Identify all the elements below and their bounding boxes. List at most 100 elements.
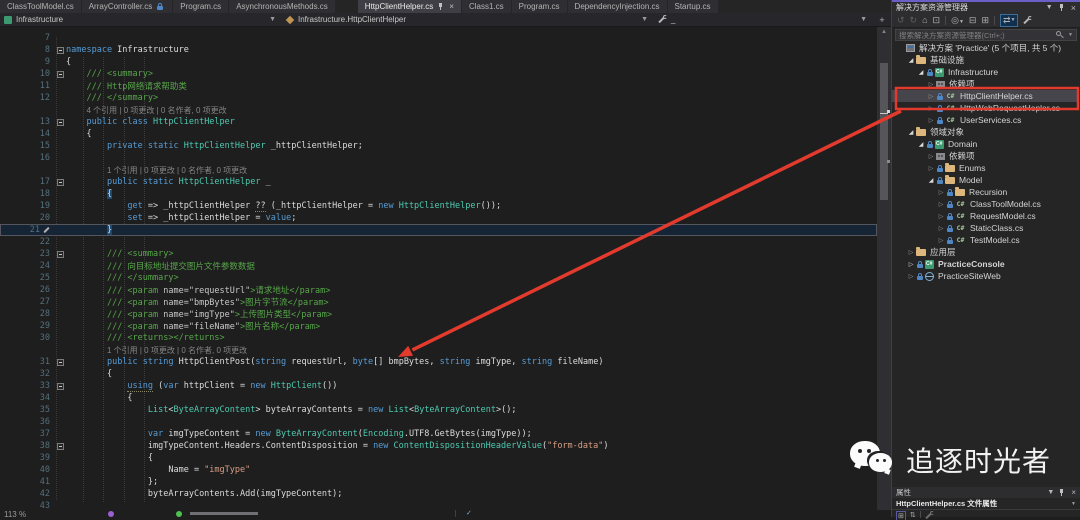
fold-collapse-icon[interactable] [56,442,64,450]
tree-item-ClassToolModel.cs[interactable]: ▷ ClassToolModel.cs [892,198,1078,210]
code-line[interactable]: 29 /// <param name="fileName">图片名称</para… [0,320,877,332]
collapsed-arrow-icon[interactable]: ▷ [926,165,936,172]
switch-views-icon[interactable]: ⊡ [933,15,941,26]
categorized-view-icon[interactable]: ⊞ [896,511,906,520]
tab-AsynchronousMethods.cs[interactable]: AsynchronousMethods.cs [229,0,335,13]
close-icon[interactable]: × [1071,3,1076,13]
tab-ArrayController.cs[interactable]: ArrayController.cs [81,0,173,13]
tab-Startup.cs[interactable]: Startup.cs [667,0,718,13]
collapsed-arrow-icon[interactable]: ▷ [926,93,936,100]
close-icon[interactable]: × [1071,488,1076,497]
back-icon[interactable]: ↺ [897,15,905,26]
tab-Program.cs[interactable]: Program.cs [173,0,229,13]
expanded-arrow-icon[interactable]: ◢ [906,57,916,64]
tab-DependencyInjection.cs[interactable]: DependencyInjection.cs [567,0,667,13]
tab-ClassToolModel.cs[interactable]: ClassToolModel.cs [0,0,81,13]
tree-item-基础设施[interactable]: ◢ 基础设施 [892,54,1078,66]
property-pages-icon[interactable] [925,511,934,520]
forward-icon[interactable]: ↻ [910,15,918,26]
collapsed-arrow-icon[interactable]: ▷ [906,249,916,256]
codelens-references[interactable]: 1 个引用 | 0 项更改 | 0 名作者, 0 项更改 [107,346,247,355]
expanded-arrow-icon[interactable]: ◢ [906,129,916,136]
code-line[interactable]: 10 /// <summary> [0,68,877,80]
tree-item-Domain[interactable]: ◢ Domain [892,138,1078,150]
collapsed-arrow-icon[interactable]: ▷ [936,201,946,208]
code-line[interactable]: 25 /// </summary> [0,272,877,284]
pin-icon[interactable] [1058,488,1065,497]
codelens-references[interactable]: 4 个引用 | 0 项更改 | 0 名作者, 0 项更改 [86,106,226,115]
code-line[interactable]: 40 Name = "imgType" [0,464,877,476]
code-line[interactable]: 27 /// <param name="bmpBytes">图片字节流</par… [0,296,877,308]
collapsed-arrow-icon[interactable]: ▷ [926,105,936,112]
codelens-row[interactable]: 4 个引用 | 0 项更改 | 0 名作者, 0 项更改 [0,104,877,116]
collapsed-arrow-icon[interactable]: ▷ [936,225,946,232]
code-line[interactable]: 38 imgTypeContent.Headers.ContentDisposi… [0,440,877,452]
notification-dot-icon[interactable] [108,511,114,517]
tree-item-RequestModel.cs[interactable]: ▷ RequestModel.cs [892,210,1078,222]
tree-item-StaticClass.cs[interactable]: ▷ StaticClass.cs [892,222,1078,234]
home-icon[interactable]: ⌂ [922,15,927,25]
tree-item-依赖项[interactable]: ▷ 依赖项 [892,78,1078,90]
code-line[interactable]: 18 { [0,188,877,200]
tree-item-UserServices.cs[interactable]: ▷ UserServices.cs [892,114,1078,126]
collapsed-arrow-icon[interactable]: ▷ [926,153,936,160]
collapsed-arrow-icon[interactable]: ▷ [926,117,936,124]
code-line[interactable]: 41 }; [0,476,877,488]
code-line[interactable]: 31 public string HttpClientPost(string r… [0,356,877,368]
expanded-arrow-icon[interactable]: ◢ [916,141,926,148]
code-line[interactable]: 35 List<ByteArrayContent> byteArrayConte… [0,404,877,416]
fold-collapse-icon[interactable] [56,358,64,366]
scrollbar-up-arrow-icon[interactable]: ▲ [881,29,887,35]
collapsed-arrow-icon[interactable]: ▷ [936,189,946,196]
code-line[interactable]: 11 /// Http网络请求帮助类 [0,80,877,92]
pin-icon[interactable] [437,2,444,11]
fold-collapse-icon[interactable] [56,46,64,54]
split-window-button[interactable]: + [873,15,891,25]
code-line[interactable]: 36 [0,416,877,428]
tree-item-应用层[interactable]: ▷ 应用层 [892,246,1078,258]
chevron-down-icon[interactable]: ▼ [1047,489,1054,496]
tree-item-Infrastructure[interactable]: ◢ Infrastructure [892,66,1078,78]
tree-item-解决方案 'Practice' (5 个项目, 共 5 个)[interactable]: 解决方案 'Practice' (5 个项目, 共 5 个) [892,42,1078,54]
search-icon[interactable] [1056,30,1065,40]
tab-HttpClientHelper.cs[interactable]: HttpClientHelper.cs × [357,0,461,13]
collapse-all-icon[interactable]: ⊟ [969,15,977,26]
fold-collapse-icon[interactable] [56,178,64,186]
code-line[interactable]: 32 { [0,368,877,380]
code-editor[interactable]: 7 8 namespace Infrastructure 9{10 /// <summ… [0,27,877,510]
tab-Program.cs[interactable]: Program.cs [511,0,567,13]
code-line[interactable]: 20 set => _httpClientHelper = value; [0,212,877,224]
tree-item-Enums[interactable]: ▷ Enums [892,162,1078,174]
code-line[interactable]: 39 { [0,452,877,464]
alphabetical-sort-icon[interactable]: ⇅ [910,511,916,519]
code-line[interactable]: 24 /// 向目标地址提交图片文件参数数据 [0,260,877,272]
close-icon[interactable]: × [449,2,454,11]
code-line[interactable]: 33 using (var httpClient = new HttpClien… [0,380,877,392]
codelens-row[interactable]: 1 个引用 | 0 项更改 | 0 名作者, 0 项更改 [0,164,877,176]
code-line[interactable]: 16 [0,152,877,164]
type-dropdown[interactable]: Infrastructure.HttpClientHelper ▼ [282,13,654,26]
zoom-level-dropdown[interactable]: 113 % [4,510,26,517]
tree-item-依赖项[interactable]: ▷ 依赖项 [892,150,1078,162]
code-line[interactable]: 7 [0,32,877,44]
health-indicator-icon[interactable] [176,511,182,517]
properties-titlebar[interactable]: 属性 ▼ × [892,487,1080,498]
collapsed-arrow-icon[interactable]: ▷ [926,81,936,88]
solution-explorer-titlebar[interactable]: 解决方案资源管理器 ▼ × [892,0,1080,13]
tree-item-TestModel.cs[interactable]: ▷ TestModel.cs [892,234,1078,246]
code-line[interactable]: 19 get => _httpClientHelper ?? (_httpCli… [0,200,877,212]
properties-object-selector[interactable]: HttpClientHelper.cs 文件属性 ▼ [892,498,1080,510]
tree-item-PracticeSiteWeb[interactable]: ▷ PracticeSiteWeb [892,270,1078,282]
properties-wrench-icon[interactable] [1023,15,1033,25]
tree-item-HttpWebRequestHepler.cs[interactable]: ▷ HttpWebRequestHepler.cs [892,102,1078,114]
expanded-arrow-icon[interactable]: ◢ [916,69,926,76]
code-line[interactable]: 21 } [0,224,877,236]
fold-collapse-icon[interactable] [56,118,64,126]
tree-item-Recursion[interactable]: ▷ Recursion [892,186,1078,198]
code-line[interactable]: 8 namespace Infrastructure [0,44,877,56]
scrollbar-thumb[interactable] [880,63,888,200]
tree-item-领域对象[interactable]: ◢ 领域对象 [892,126,1078,138]
tree-item-HttpClientHelper.cs[interactable]: ▷ HttpClientHelper.cs [892,90,1078,102]
code-line[interactable]: 22 [0,236,877,248]
member-dropdown[interactable]: _ ▼ [654,13,873,26]
